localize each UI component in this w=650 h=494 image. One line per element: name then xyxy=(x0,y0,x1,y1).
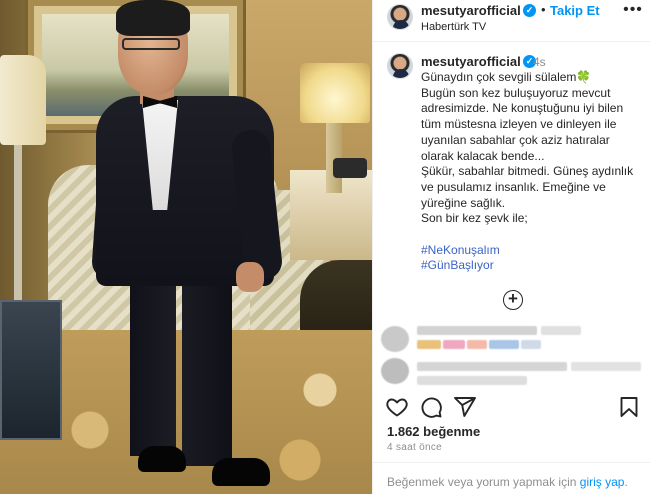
post-side-panel: mesutyarofficial ✓ • Takip Et Habertürk … xyxy=(372,0,650,494)
caption-line: tüm müstesna izleyen ve dinleyen ile xyxy=(421,117,617,132)
load-more-comments-icon[interactable]: + xyxy=(503,290,523,310)
caption-line: Son bir kez şevk ile; xyxy=(421,211,528,226)
post-photo[interactable] xyxy=(0,0,372,494)
login-link[interactable]: giriş yap xyxy=(580,475,625,489)
username-link[interactable]: mesutyarofficial xyxy=(421,3,521,18)
caption-avatar[interactable] xyxy=(387,53,413,79)
instagram-post: mesutyarofficial ✓ • Takip Et Habertürk … xyxy=(0,0,650,494)
follow-button[interactable]: Takip Et xyxy=(550,3,600,18)
blurred-comments xyxy=(381,322,650,394)
login-prompt-suffix: . xyxy=(624,475,628,489)
more-options-icon[interactable]: ••• xyxy=(623,2,643,22)
header-subtitle[interactable]: Habertürk TV xyxy=(421,21,486,33)
caption-line: ve pusulamız insanlık. Emeğine ve xyxy=(421,179,606,194)
hashtag-link[interactable]: #NeKonuşalım xyxy=(421,243,643,259)
likes-count[interactable]: 1.862 beğenme xyxy=(387,424,480,439)
avatar[interactable] xyxy=(387,4,413,30)
photo-man-in-tuxedo xyxy=(0,0,372,494)
caption-line: uyanılan sabahlar çok aziz hatıralar xyxy=(421,132,610,147)
caption-line: adresimizde. Ne konuştuğunu iyi bilen xyxy=(421,101,624,116)
share-icon[interactable] xyxy=(453,395,477,419)
caption-line: Günaydın çok sevgili sülalem🍀 xyxy=(421,70,592,84)
caption-line: Şükür, sabahlar bitmedi. Güneş aydınlık xyxy=(421,164,634,179)
post-header: mesutyarofficial ✓ • Takip Et Habertürk … xyxy=(373,0,650,42)
verified-badge-icon: ✓ xyxy=(523,4,536,17)
heart-icon[interactable] xyxy=(385,395,409,419)
caption-age[interactable]: 4s xyxy=(533,55,546,69)
caption-username-link[interactable]: mesutyarofficial xyxy=(421,54,521,69)
caption-text: Günaydın çok sevgili sülalem🍀 Bugün son … xyxy=(421,70,643,274)
login-prompt: Beğenmek veya yorum yapmak için giriş ya… xyxy=(373,462,650,494)
post-actions xyxy=(373,395,650,421)
comment-icon[interactable] xyxy=(419,395,443,419)
login-prompt-text: Beğenmek veya yorum yapmak için giriş ya… xyxy=(387,475,628,489)
bookmark-icon[interactable] xyxy=(617,395,641,419)
login-prompt-prefix: Beğenmek veya yorum yapmak için xyxy=(387,475,577,489)
post-timestamp[interactable]: 4 saat önce xyxy=(387,442,442,453)
caption-line: Bugün son kez buluşuyoruz mevcut xyxy=(421,85,611,100)
caption-line: yüreğine sağlık. xyxy=(421,195,506,210)
separator-dot: • xyxy=(541,2,546,17)
hashtag-link[interactable]: #GünBaşlıyor xyxy=(421,258,643,274)
caption-line: olarak kalacak bende... xyxy=(421,148,545,163)
